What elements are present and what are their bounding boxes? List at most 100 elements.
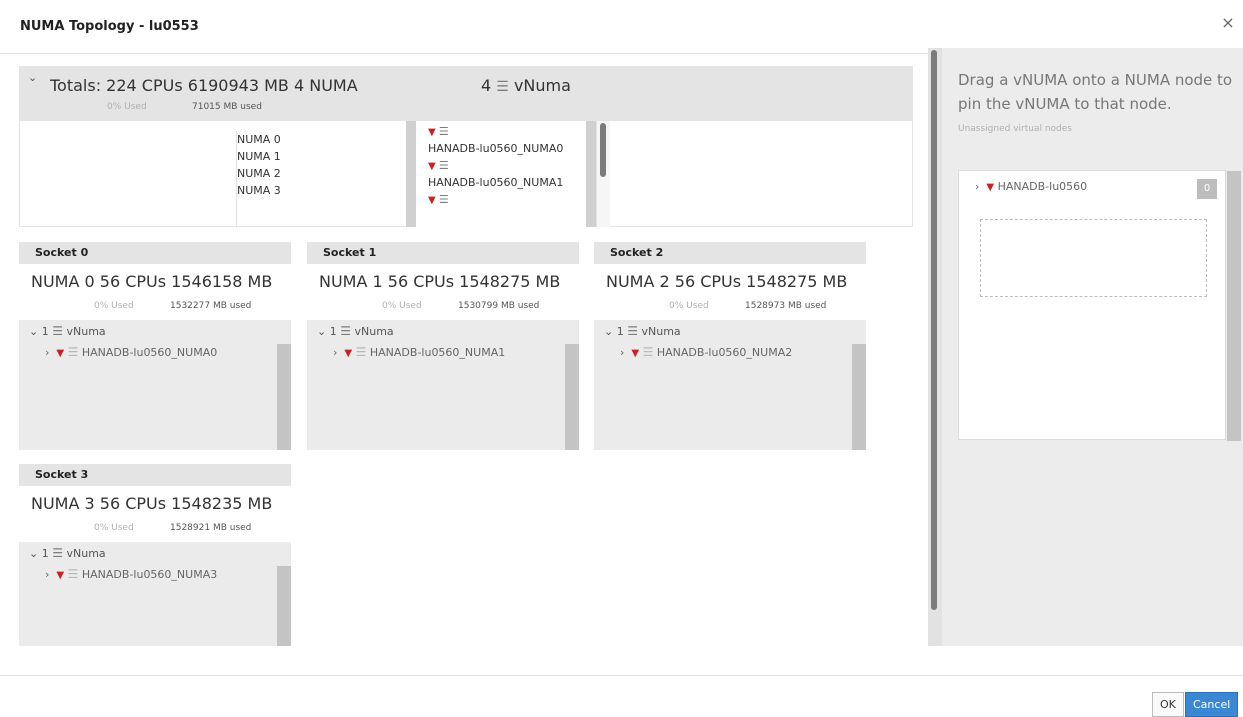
vnuma-item[interactable]: › ▼ ☰ HANADB-lu0560_NUMA1	[333, 345, 505, 359]
numa-summary-text: NUMA 2 56 CPUs 1548275 MB	[606, 272, 848, 291]
vnuma-scrollbar[interactable]	[565, 344, 579, 450]
red-triangle-icon: ▼	[344, 348, 353, 359]
red-triangle-icon: ▼	[428, 195, 436, 206]
numa-node-list: NUMA 0 NUMA 1 NUMA 2 NUMA 3	[236, 131, 406, 226]
vnuma-stack-icon: ☰	[67, 567, 79, 581]
numa-used-pct: 0% Used	[669, 301, 709, 311]
vnuma-list-scrollbar[interactable]	[596, 121, 610, 227]
vnuma-count: 4	[481, 76, 492, 95]
chevron-down-icon[interactable]: ⌄	[317, 325, 326, 338]
vnuma-scrollbar[interactable]	[277, 344, 291, 450]
vnuma-group-header[interactable]: ⌄ 1 ☰ vNuma	[604, 324, 681, 338]
totals-summary: Totals: 224 CPUs 6190943 MB 4 NUMA	[50, 76, 358, 95]
socket-vnuma-panel: ⌄ 1 ☰ vNuma › ▼ ☰ HANADB-lu0560_NUMA3	[19, 542, 291, 646]
totals-used-mb: 71015 MB used	[192, 102, 262, 112]
socket-vnuma-panel: ⌄ 1 ☰ vNuma › ▼ ☰ HANADB-lu0560_NUMA0	[19, 320, 291, 450]
vnuma-list-inner: ▼ ☰ HANADB-lu0560_NUMA0 ▼ ☰ HANADB-lu056…	[416, 121, 586, 227]
numa-summary: NUMA 1 56 CPUs 1548275 MB 0% Used 153079…	[307, 264, 579, 320]
vnuma-item[interactable]: › ▼ ☰ HANADB-lu0560_NUMA0	[45, 345, 217, 359]
drag-hint: Drag a vNUMA onto a NUMA node to pin the…	[958, 71, 1233, 113]
vnuma-group-header[interactable]: ⌄ 1 ☰ vNuma	[29, 324, 106, 338]
chevron-down-icon[interactable]: ⌄	[29, 547, 38, 560]
vnuma-item[interactable]: › ▼ ☰ HANADB-lu0560_NUMA2	[620, 345, 792, 359]
chevron-down-icon[interactable]: ⌄	[604, 325, 613, 338]
socket-vnuma-panel: ⌄ 1 ☰ vNuma › ▼ ☰ HANADB-lu0560_NUMA2	[594, 320, 866, 450]
main-scrollbar[interactable]	[928, 48, 942, 646]
numa-used-pct: 0% Used	[94, 301, 134, 311]
vnuma-stack-icon: ☰	[627, 324, 638, 338]
numa-node-item[interactable]: NUMA 0	[237, 131, 406, 148]
vnuma-stack-icon: ☰	[355, 345, 367, 359]
unassigned-subtitle: Unassigned virtual nodes	[958, 124, 1072, 134]
count-badge: 0	[1197, 179, 1217, 199]
red-triangle-icon: ▼	[428, 127, 436, 138]
vnuma-list: ▼ ☰ HANADB-lu0560_NUMA0 ▼ ☰ HANADB-lu056…	[406, 121, 596, 227]
red-triangle-icon: ▼	[631, 348, 640, 359]
vnuma-stack-icon: ☰	[67, 345, 79, 359]
chevron-right-icon[interactable]: ›	[45, 568, 49, 581]
socket-2: Socket 2 NUMA 2 56 CPUs 1548275 MB 0% Us…	[594, 242, 866, 450]
socket-vnuma-panel: ⌄ 1 ☰ vNuma › ▼ ☰ HANADB-lu0560_NUMA1	[307, 320, 579, 450]
red-triangle-icon: ▼	[56, 570, 65, 581]
vm-name: HANADB-lu0560	[997, 180, 1088, 193]
vnuma-stack-icon: ☰	[438, 159, 449, 172]
numa-summary: NUMA 2 56 CPUs 1548275 MB 0% Used 152897…	[594, 264, 866, 320]
vnuma-label: vNuma	[513, 76, 571, 95]
scrollbar-thumb[interactable]	[931, 50, 937, 610]
vnuma-stack-icon: ☰	[438, 125, 449, 138]
vnuma-stack-icon: ☰	[438, 193, 449, 206]
numa-summary-text: NUMA 1 56 CPUs 1548275 MB	[319, 272, 561, 291]
numa-summary: NUMA 3 56 CPUs 1548235 MB 0% Used 152892…	[19, 486, 291, 542]
totals-body: NUMA 0 NUMA 1 NUMA 2 NUMA 3 ▼ ☰ HANADB-l…	[19, 121, 913, 227]
totals-used-pct: 0% Used	[107, 102, 147, 112]
vnuma-stack-icon: ☰	[52, 546, 63, 560]
numa-node-item[interactable]: NUMA 2	[237, 165, 406, 182]
numa-node-item[interactable]: NUMA 3	[237, 182, 406, 199]
unassigned-scrollbar[interactable]	[1227, 171, 1241, 441]
socket-title: Socket 2	[594, 242, 866, 264]
numa-topology-pane: ⌄ Totals: 224 CPUs 6190943 MB 4 NUMA 0% …	[0, 54, 928, 646]
chevron-right-icon[interactable]: ›	[975, 180, 979, 193]
totals-bar[interactable]: ⌄ Totals: 224 CPUs 6190943 MB 4 NUMA 0% …	[19, 66, 913, 121]
socket-3: Socket 3 NUMA 3 56 CPUs 1548235 MB 0% Us…	[19, 464, 291, 646]
numa-used-pct: 0% Used	[382, 301, 422, 311]
numa-used-mb: 1530799 MB used	[458, 301, 540, 311]
vnuma-list-item[interactable]: HANADB-lu0560_NUMA0	[428, 140, 586, 158]
drop-zone[interactable]	[980, 219, 1207, 297]
scrollbar-thumb[interactable]	[600, 123, 606, 177]
unassigned-box: › ▼ HANADB-lu0560 0	[958, 170, 1241, 441]
socket-0: Socket 0 NUMA 0 56 CPUs 1546158 MB 0% Us…	[19, 242, 291, 450]
vnuma-group-header[interactable]: ⌄ 1 ☰ vNuma	[317, 324, 394, 338]
red-triangle-icon: ▼	[986, 182, 995, 193]
unassigned-vm-row[interactable]: › ▼ HANADB-lu0560	[975, 180, 1087, 193]
red-triangle-icon: ▼	[428, 161, 436, 172]
vnuma-item[interactable]: › ▼ ☰ HANADB-lu0560_NUMA3	[45, 567, 217, 581]
numa-summary-text: NUMA 0 56 CPUs 1546158 MB	[31, 272, 273, 291]
cancel-button[interactable]: Cancel	[1185, 692, 1239, 717]
numa-node-item[interactable]: NUMA 1	[237, 148, 406, 165]
vnuma-stack-icon: ☰	[340, 324, 351, 338]
ok-button[interactable]: OK	[1152, 692, 1184, 717]
dialog-title: NUMA Topology - lu0553	[20, 19, 199, 34]
vnuma-stack-icon: ☰	[642, 345, 654, 359]
dialog-footer: OK Cancel	[0, 675, 1243, 717]
vnuma-stack-icon: ☰	[52, 324, 63, 338]
numa-used-pct: 0% Used	[94, 523, 134, 533]
vnuma-list-item[interactable]: HANADB-lu0560_NUMA1	[428, 174, 586, 192]
vnuma-scrollbar[interactable]	[852, 344, 866, 450]
chevron-down-icon[interactable]: ⌄	[29, 325, 38, 338]
chevron-right-icon[interactable]: ›	[620, 346, 624, 359]
red-triangle-icon: ▼	[56, 348, 65, 359]
numa-used-mb: 1528973 MB used	[745, 301, 827, 311]
chevron-right-icon[interactable]: ›	[45, 346, 49, 359]
vnuma-group-header[interactable]: ⌄ 1 ☰ vNuma	[29, 546, 106, 560]
chevron-right-icon[interactable]: ›	[333, 346, 337, 359]
vnuma-scrollbar[interactable]	[277, 566, 291, 646]
dialog-header: NUMA Topology - lu0553 ×	[0, 0, 1243, 54]
socket-title: Socket 3	[19, 464, 291, 486]
close-icon[interactable]: ×	[1217, 12, 1239, 34]
numa-used-mb: 1528921 MB used	[170, 523, 252, 533]
chevron-down-icon[interactable]: ⌄	[28, 71, 37, 84]
numa-summary: NUMA 0 56 CPUs 1546158 MB 0% Used 153227…	[19, 264, 291, 320]
numa-used-mb: 1532277 MB used	[170, 301, 252, 311]
